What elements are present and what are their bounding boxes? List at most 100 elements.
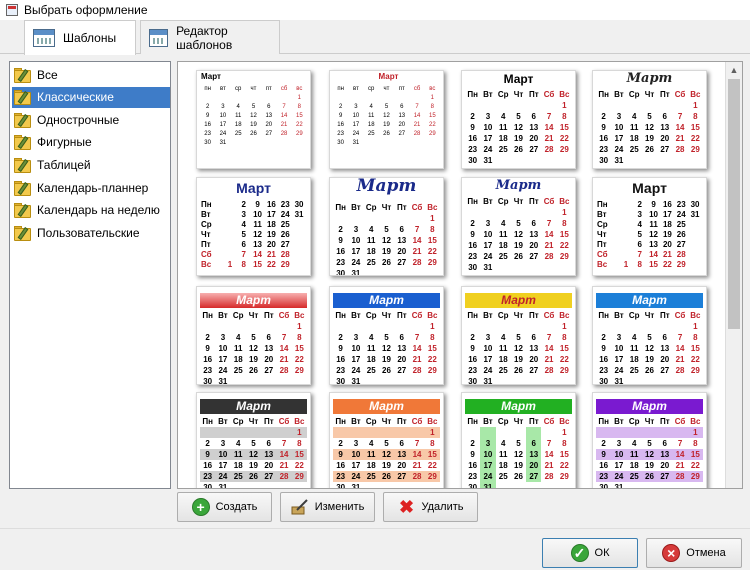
template-card[interactable]: Март Пн Вт Ср Чт Пт Сб Вс 1 2 3 4 5 6 7 8 9 10 11 12 13 14 15 1… [461, 286, 576, 385]
day-cell: 16 [662, 200, 672, 209]
day-cell: 18 [629, 355, 639, 364]
tab-template-editor[interactable]: Редактор шаблонов [140, 20, 280, 54]
day-cell: 24 [219, 131, 227, 137]
day-cell: 2 [637, 200, 642, 209]
template-card[interactable]: Март пн вт ср чт пт сб вс 1 2 3 4 5 6 7 8 9 10 11 12 13 14 15 1… [196, 70, 311, 169]
template-card[interactable]: Март Пн Вт Ср Чт Пт Сб Вс 1 2 3 4 5 6 7 8 9 10 11 12 13 14 15 1… [461, 70, 576, 169]
day-cell: 16 [599, 134, 609, 143]
day-cell: 12 [514, 450, 523, 459]
template-card[interactable]: Март Пн Вт Ср Чт Пт Сб Вс 1 2 3 4 5 6 7 8 9 10 11 12 13 14 15 1… [592, 70, 707, 169]
category-item[interactable]: Фигурные [12, 132, 170, 153]
ok-button[interactable]: ✓ ОК [542, 538, 638, 568]
category-label: Календарь на неделю [37, 203, 160, 218]
category-item[interactable]: Пользовательские [12, 222, 170, 243]
day-cell: 17 [351, 355, 361, 364]
create-button[interactable]: + Создать [177, 492, 272, 522]
vertical-scrollbar[interactable]: ▲ [725, 62, 742, 488]
day-cell: 27 [526, 471, 542, 482]
day-cell [496, 100, 511, 111]
template-card[interactable]: Март Пн Вт Ср Чт Пт Сб Вс 1 2 3 4 5 6 7 8 9 10 11 12 13 14 15 1… [329, 286, 444, 385]
day-cell: 11 [498, 123, 508, 132]
day-cell: 14 [413, 113, 421, 119]
edit-button[interactable]: Изменить [280, 492, 375, 522]
template-card[interactable]: Март Пн Вт Ср Чт Пт Сб Вс 1 2 3 4 5 6 7 8 9 10 11 12 13 14 15 1… [329, 177, 444, 276]
day-cell: 4 [235, 439, 241, 448]
folder-icon [13, 156, 33, 174]
day-cell: 27 [280, 240, 290, 249]
calendar-grid: Пн Вт Ср Чт Пт Сб Вс 1 2 3 4 5 6 7 8 9 10 11 12 13 14 15 16 17 1… [593, 310, 706, 384]
day-cell: 27 [265, 131, 273, 137]
template-card[interactable]: Март Пн Вт Ср Чт Пт Сб Вс 1 2 3 4 5 6 7 8 9 10 11 12 13 14 15 1… [329, 392, 444, 488]
category-tree[interactable]: Все Классические Однострочные Фигурные Табли… [9, 61, 171, 489]
category-item[interactable]: Классические [12, 86, 170, 108]
day-cell: 5 [384, 439, 389, 448]
template-card[interactable]: Март Пн Вт Ср Чт Пт Сб Вс 1 2 3 4 5 6 7 8 9 10 11 12 13 14 15 1… [592, 392, 707, 488]
day-cell: 4 [631, 439, 637, 448]
tab-templates[interactable]: Шаблоны [24, 20, 136, 55]
day-cell: 25 [676, 220, 686, 229]
day-cell: 10 [483, 230, 493, 239]
day-cell: 24 [348, 471, 364, 482]
template-gallery[interactable]: Март пн вт ср чт пт сб вс 1 2 3 4 5 6 7 8 9 10 11 12 13 14 15 1… [177, 61, 743, 489]
month-title: Март [465, 399, 572, 414]
day-cell: 29 [690, 366, 700, 375]
day-cell: 10 [480, 449, 496, 460]
template-card[interactable]: Март Пн Вт Ср Чт Пт Сб Вс 1 2 3 4 5 6 7 8 9 10 11 12 13 14 15 1… [592, 286, 707, 385]
day-cell: 16 [203, 461, 213, 470]
template-card[interactable]: Март пн вт ср чт пт сб вс 1 2 3 4 5 6 7 8 9 10 11 12 13 14 15 1… [329, 70, 444, 169]
day-cell: 13 [397, 344, 407, 353]
weekday-label: чт [250, 86, 257, 92]
day-cell: 24 [352, 131, 360, 137]
day-cell: 9 [205, 113, 210, 119]
template-card[interactable]: Март Пн Вт Ср Чт Пт Сб Вс 1 2 3 4 5 6 7 8 9 10 11 12 13 14 15 1… [196, 286, 311, 385]
day-cell [215, 427, 231, 438]
day-cell: 21 [413, 122, 421, 128]
category-item[interactable]: Таблицей [12, 154, 170, 175]
day-cell: 17 [483, 355, 493, 364]
day-cell: 4 [368, 225, 374, 234]
category-item[interactable]: Однострочные [12, 109, 170, 130]
day-cell: 17 [614, 134, 624, 143]
category-item[interactable]: Календарь на неделю [12, 200, 170, 221]
day-cell: 30 [690, 200, 700, 209]
weekday-label: Вс [427, 417, 438, 426]
day-cell [363, 427, 379, 438]
scroll-up-icon[interactable]: ▲ [726, 62, 742, 78]
day-cell [364, 94, 379, 103]
day-cell: 21 [675, 461, 685, 470]
day-cell [642, 321, 657, 332]
template-card[interactable]: Март Пн 2 9 16 23 30 Вт 3 10 17 24 31 Ср 4 11 18 25 Чт 5 12 1… [196, 177, 311, 276]
day-cell: 6 [400, 104, 404, 110]
category-item[interactable]: Календарь-планнер [12, 177, 170, 198]
day-cell [480, 321, 495, 332]
day-cell: 9 [470, 123, 475, 132]
day-cell [619, 220, 633, 230]
weekday-label: пт [398, 86, 405, 92]
day-cell [657, 321, 672, 332]
template-card[interactable]: Март Пн Вт Ср Чт Пт Сб Вс 1 2 3 4 5 6 7 8 9 10 11 12 13 14 15 1… [461, 392, 576, 488]
day-cell [292, 260, 306, 270]
day-cell: 23 [596, 471, 612, 482]
day-cell: 30 [203, 483, 213, 489]
day-cell: 3 [485, 333, 491, 342]
template-card[interactable]: Март Пн Вт Ср Чт Пт Сб Вс 1 2 3 4 5 6 7 8 9 10 11 12 13 14 15 1… [461, 177, 576, 276]
day-cell: 28 [412, 258, 422, 267]
template-card[interactable]: Март Пн Вт Ср Чт Пт Сб Вс 1 2 3 4 5 6 7 8 9 10 11 12 13 14 15 1… [196, 392, 311, 489]
cancel-button[interactable]: × Отмена [646, 538, 742, 568]
day-cell: 9 [205, 344, 210, 353]
weekday-label: Вт [351, 203, 361, 212]
template-card[interactable]: Март Пн 2 9 16 23 30 Вт 3 10 17 24 31 Ср 4 11 18 25 Чт 5 12 1… [592, 177, 707, 276]
day-cell: 23 [336, 258, 346, 267]
day-cell: 24 [351, 258, 361, 267]
day-cell: 21 [675, 355, 685, 364]
day-cell: 5 [516, 333, 521, 342]
scroll-thumb[interactable] [728, 79, 740, 329]
day-cell [496, 207, 511, 218]
category-item[interactable]: Все [12, 64, 170, 85]
day-cell: 30 [468, 156, 478, 165]
day-cell: 5 [647, 439, 652, 448]
folder-icon [13, 179, 33, 197]
delete-button[interactable]: ✖ Удалить [383, 492, 478, 522]
day-cell: 30 [336, 377, 346, 385]
day-cell: 21 [544, 355, 554, 364]
